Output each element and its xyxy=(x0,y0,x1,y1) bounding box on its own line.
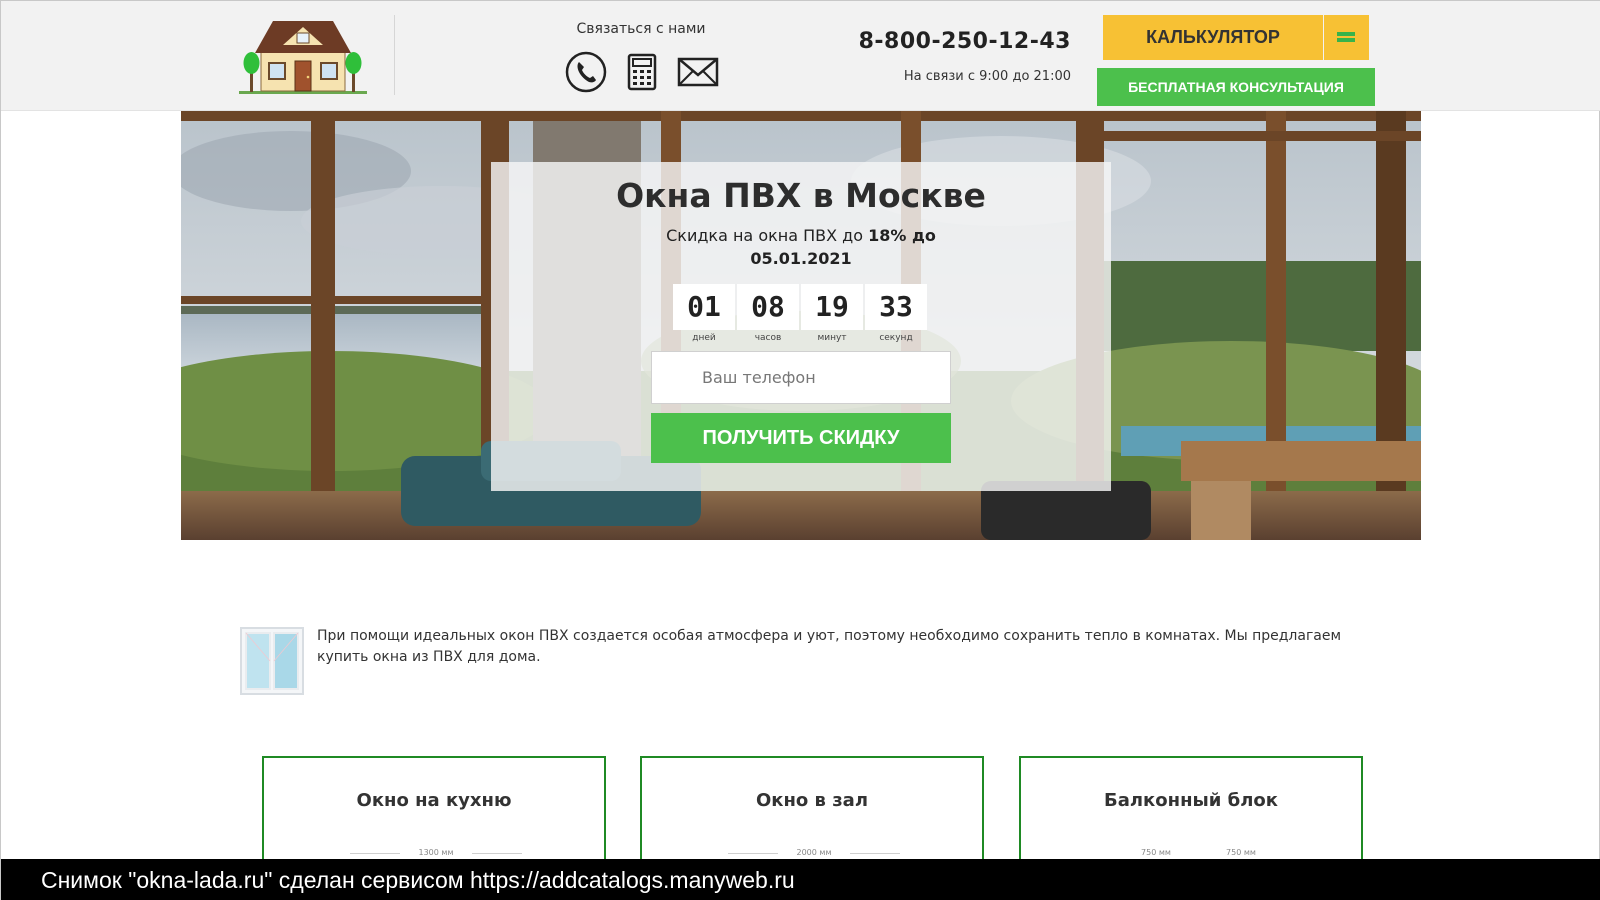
hero-subtitle: Скидка на окна ПВХ до 18% до 05.01.2021 xyxy=(651,224,951,270)
timer-minutes-label: минут xyxy=(817,333,847,343)
card-dimension: 750 мм xyxy=(1216,848,1266,858)
timer-seconds-label: секунд xyxy=(879,333,913,343)
intro-text: При помощи идеальных окон ПВХ создается … xyxy=(317,628,1342,665)
screenshot-watermark-bar: Снимок "okna-lada.ru" сделан сервисом ht… xyxy=(1,859,1600,900)
window-thumbnail-icon xyxy=(237,626,307,696)
product-card-hall[interactable]: Окно в зал 2000 мм xyxy=(640,756,984,861)
hero-title: Окна ПВХ в Москве xyxy=(616,176,986,215)
contact-title: Связаться с нами xyxy=(576,21,706,37)
free-consultation-button[interactable]: БЕСПЛАТНАЯ КОНСУЛЬТАЦИЯ xyxy=(1097,68,1375,106)
timer-seconds: 33 секунд xyxy=(865,284,927,343)
phone-input[interactable] xyxy=(651,351,951,404)
timer-hours: 08 часов xyxy=(737,284,799,343)
timer-days-label: дней xyxy=(692,333,716,343)
mail-icon[interactable] xyxy=(677,51,719,93)
product-card-balcony[interactable]: Балконный блок 750 мм 750 мм xyxy=(1019,756,1363,861)
timer-hours-value: 08 xyxy=(737,284,799,330)
card-title: Окно на кухню xyxy=(356,790,512,811)
hero-banner: Окна ПВХ в Москве Скидка на окна ПВХ до … xyxy=(181,111,1421,540)
calculator-icon[interactable] xyxy=(621,51,663,93)
timer-days-value: 01 xyxy=(673,284,735,330)
timer-hours-label: часов xyxy=(754,333,782,343)
card-title: Балконный блок xyxy=(1104,790,1278,811)
timer-days: 01 дней xyxy=(673,284,735,343)
header-divider xyxy=(394,15,395,95)
calculator-button[interactable]: КАЛЬКУЛЯТОР xyxy=(1103,15,1323,60)
timer-minutes: 19 минут xyxy=(801,284,863,343)
page: Связаться с нами 8-800-250-12-43 На связ… xyxy=(0,0,1600,900)
product-card-kitchen[interactable]: Окно на кухню 1300 мм xyxy=(262,756,606,861)
discount-form-panel: Окна ПВХ в Москве Скидка на окна ПВХ до … xyxy=(491,162,1111,491)
subtitle-text: Скидка на окна ПВХ до xyxy=(666,226,869,245)
header-phone-number[interactable]: 8-800-250-12-43 xyxy=(856,29,1071,54)
timer-minutes-value: 19 xyxy=(801,284,863,330)
get-discount-button[interactable]: ПОЛУЧИТЬ СКИДКУ xyxy=(651,413,951,463)
timer-seconds-value: 33 xyxy=(865,284,927,330)
house-logo-icon[interactable] xyxy=(239,15,367,95)
countdown-timer: 01 дней 08 часов 19 минут 33 секунд xyxy=(673,284,929,348)
phone-icon[interactable] xyxy=(565,51,607,93)
hamburger-menu-icon xyxy=(1337,30,1355,44)
working-hours: На связи с 9:00 до 21:00 xyxy=(903,69,1071,84)
card-dimension: 2000 мм xyxy=(728,848,900,858)
site-header: Связаться с нами 8-800-250-12-43 На связ… xyxy=(1,1,1600,111)
card-dimension: 1300 мм xyxy=(350,848,522,858)
card-title: Окно в зал xyxy=(755,790,869,811)
card-dimension: 750 мм xyxy=(1131,848,1181,858)
menu-button[interactable] xyxy=(1324,15,1369,60)
